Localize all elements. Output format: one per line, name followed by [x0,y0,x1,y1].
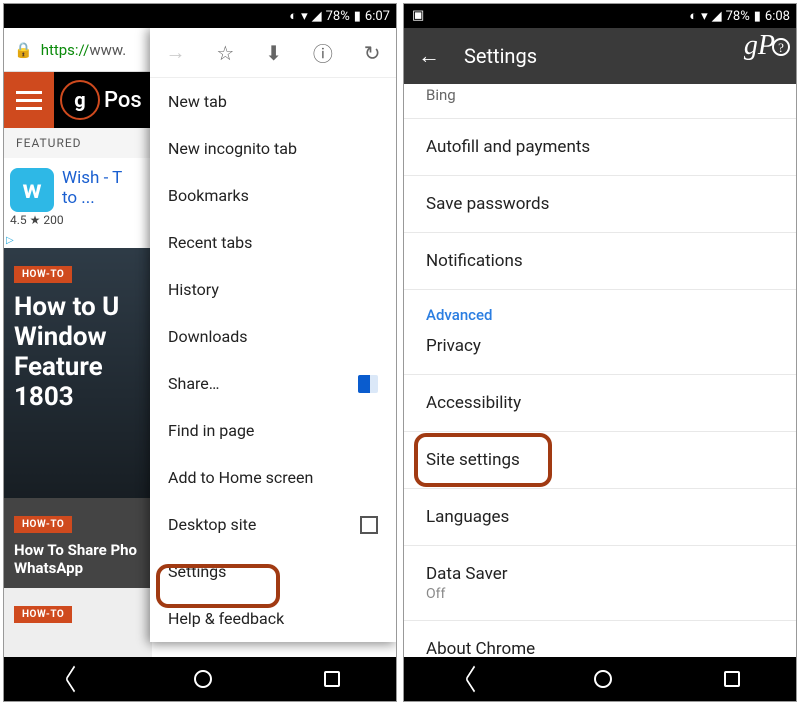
howto-tag: HOW-TO [14,266,72,283]
checkbox-icon[interactable] [360,516,378,534]
android-nav-bar [4,657,396,701]
info-icon[interactable]: ⓘ [313,38,333,67]
battery-icon: ▮ [354,9,361,24]
settings-languages[interactable]: Languages [404,489,796,546]
wifi-icon: ▾ [301,9,308,24]
chrome-overflow-menu: → ☆ ⬇ ⓘ ↻ New tab New incognito tab Book… [150,28,396,642]
settings-search-engine-value[interactable]: Bing [404,84,796,119]
forward-icon: → [165,40,185,65]
page-content: g Pos FEATURED w Wish - Tto ... 4.5 ★ 20… [4,72,152,661]
nav-recents-icon[interactable] [724,671,740,687]
site-header: g Pos [4,72,152,128]
menu-settings[interactable]: Settings [150,548,396,595]
status-bar: ▣ ◐ ▾ ◢ 78% ▮ 6:08 [404,4,796,28]
ad-block[interactable]: w Wish - Tto ... 4.5 ★ 200 ▷ [4,158,152,248]
url-host: www. [89,41,126,59]
howto-tag: HOW-TO [14,516,72,533]
howto-tag: HOW-TO [14,606,72,623]
gp-watermark: gP? [744,30,790,62]
clock: 6:08 [765,9,790,24]
dnd-icon: ◐ [289,8,297,24]
screenshot-notif-icon: ▣ [412,8,424,23]
url-scheme: https:// [41,41,90,59]
ad-rating: 4.5 ★ 200 [10,213,146,227]
settings-about[interactable]: About Chrome [404,621,796,657]
menu-desktop-label: Desktop site [168,515,256,534]
nav-home-icon[interactable] [194,670,212,688]
settings-accessibility[interactable]: Accessibility [404,374,796,432]
adchoices-icon[interactable]: ▷ [6,235,14,246]
signal-icon: ◢ [712,9,722,24]
hamburger-icon[interactable] [4,72,54,128]
outlook-icon [358,375,378,393]
article-title: How to U Window Feature 1803 [14,293,142,413]
lock-icon: 🔒 [14,41,33,59]
nav-home-icon[interactable] [594,670,612,688]
android-nav-bar [404,657,796,701]
article-card[interactable]: HOW-TO [4,588,152,658]
featured-tab[interactable]: FEATURED [4,128,152,158]
back-arrow-icon[interactable]: ← [418,43,440,69]
battery-percent: 78% [326,9,350,24]
menu-new-incognito[interactable]: New incognito tab [150,125,396,172]
settings-save-passwords[interactable]: Save passwords [404,176,796,233]
battery-icon: ▮ [754,9,761,24]
battery-percent: 78% [726,9,750,24]
settings-autofill[interactable]: Autofill and payments [404,119,796,176]
menu-icon-row: → ☆ ⬇ ⓘ ↻ [150,28,396,78]
menu-new-tab[interactable]: New tab [150,78,396,125]
reload-icon[interactable]: ↻ [364,41,381,65]
bookmark-star-icon[interactable]: ☆ [216,41,234,65]
menu-bookmarks[interactable]: Bookmarks [150,172,396,219]
menu-desktop-site[interactable]: Desktop site [150,501,396,548]
nav-back-icon[interactable] [465,665,483,692]
menu-find-in-page[interactable]: Find in page [150,407,396,454]
menu-share-label: Share… [168,374,219,393]
nav-recents-icon[interactable] [324,671,340,687]
dnd-icon: ◐ [689,8,697,24]
settings-data-saver-value: Off [426,586,774,602]
left-screenshot: ◐ ▾ ◢ 78% ▮ 6:07 🔒 https://www. g Pos FE… [3,3,397,702]
settings-list[interactable]: Bing Autofill and payments Save password… [404,84,796,657]
menu-downloads[interactable]: Downloads [150,313,396,360]
settings-site-settings[interactable]: Site settings [404,432,796,489]
settings-header: ← Settings [404,28,796,84]
signal-icon: ◢ [312,9,322,24]
article-card[interactable]: HOW-TO How to U Window Feature 1803 [4,248,152,498]
menu-help[interactable]: Help & feedback [150,595,396,642]
right-screenshot: ▣ ◐ ▾ ◢ 78% ▮ 6:08 ← Settings gP? Bing A… [403,3,797,702]
menu-add-home[interactable]: Add to Home screen [150,454,396,501]
settings-data-saver-label: Data Saver [426,564,774,584]
settings-data-saver[interactable]: Data Saver Off [404,546,796,621]
settings-privacy[interactable]: Privacy [404,328,796,374]
article-title: How To Share Pho WhatsApp [14,541,142,577]
nav-back-icon[interactable] [65,665,83,692]
menu-recent-tabs[interactable]: Recent tabs [150,219,396,266]
settings-section-advanced: Advanced [404,290,796,328]
wish-app-icon: w [10,168,54,212]
site-logo-text: Pos [104,88,142,113]
clock: 6:07 [365,9,390,24]
status-bar: ◐ ▾ ◢ 78% ▮ 6:07 [4,4,396,28]
settings-notifications[interactable]: Notifications [404,233,796,290]
article-card[interactable]: HOW-TO How To Share Pho WhatsApp [4,498,152,588]
download-icon[interactable]: ⬇ [265,41,282,65]
site-logo-icon[interactable]: g [60,80,100,120]
menu-share[interactable]: Share… [150,360,396,407]
settings-title: Settings [464,44,537,68]
wifi-icon: ▾ [701,9,708,24]
menu-history[interactable]: History [150,266,396,313]
